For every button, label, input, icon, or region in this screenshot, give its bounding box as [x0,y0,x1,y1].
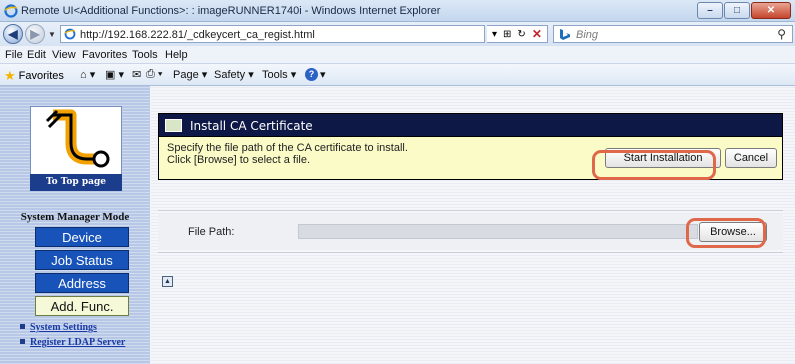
file-path-input[interactable] [298,224,698,239]
certificate-icon [165,119,182,132]
back-to-top-icon[interactable]: ▲ [162,276,173,287]
search-icon[interactable]: ⚲ [777,27,786,41]
bing-icon [560,29,570,40]
sidebar: To Top page System Manager Mode Device J… [0,86,150,364]
page-icon [64,28,76,40]
address-bar: ◀ ▶ ▼ http://192.168.222.81/_cdkeycert_c… [0,22,795,46]
favorites-button[interactable]: ★ Favorites [4,68,64,84]
print-icon[interactable]: ⎙ ▾ [146,68,162,81]
ie-icon [4,4,18,18]
feeds-icon[interactable]: ▣ ▾ [105,68,124,81]
file-path-label: File Path: [188,226,235,238]
search-input[interactable]: Bing ⚲ [553,25,793,43]
main-panel: Install CA Certificate Specify the file … [150,86,795,364]
url-text: http://192.168.222.81/_cdkeycert_ca_regi… [80,29,315,41]
window-controls: – □ ✕ [696,2,791,19]
system-settings-link[interactable]: System Settings [30,322,97,333]
to-top-page-link[interactable]: To Top page [30,174,122,191]
close-button[interactable]: ✕ [751,2,791,19]
remote-ui-logo-icon [45,109,110,168]
bullet-icon [20,324,25,329]
title-bar: Remote UI<Additional Functions>: : image… [0,0,795,22]
safety-menu[interactable]: Safety ▾ [214,68,254,81]
compatibility-icon[interactable]: ⊞ [503,29,511,40]
menu-file[interactable]: File [5,49,23,61]
menu-favorites[interactable]: Favorites [82,49,127,61]
search-placeholder: Bing [576,29,599,41]
job-status-button[interactable]: Job Status [35,250,129,270]
url-tools: ▾ ⊞ ↻ ✕ [487,25,548,43]
instruction-line-1: Specify the file path of the CA certific… [167,142,408,154]
menu-view[interactable]: View [52,49,76,61]
home-icon[interactable]: ⌂ ▾ [80,68,95,81]
register-ldap-server-link[interactable]: Register LDAP Server [30,337,140,348]
address-button[interactable]: Address [35,273,129,293]
menu-bar: File Edit View Favorites Tools Help [0,46,795,64]
page-menu[interactable]: Page ▾ [173,68,207,81]
tools-menu[interactable]: Tools ▾ [262,68,296,81]
mail-icon[interactable]: ✉ [132,68,141,81]
help-icon[interactable]: ? [305,68,318,81]
instruction-line-2: Click [Browse] to select a file. [167,154,311,166]
refresh-icon[interactable]: ↻ [517,29,525,40]
history-dropdown-icon[interactable]: ▼ [48,30,56,39]
forward-button[interactable]: ▶ [25,24,45,44]
menu-tools[interactable]: Tools [132,49,158,61]
stop-icon[interactable]: ✕ [532,27,542,41]
page-content: To Top page System Manager Mode Device J… [0,86,795,364]
command-bar: ★ Favorites ⌂ ▾ ▣ ▾ ✉ ⎙ ▾ Page ▾ Safety … [0,64,795,86]
url-input[interactable]: http://192.168.222.81/_cdkeycert_ca_regi… [60,25,485,43]
maximize-button[interactable]: □ [724,2,750,19]
minimize-button[interactable]: – [697,2,723,19]
start-installation-highlight [592,150,716,180]
star-icon: ★ [4,68,16,83]
menu-help[interactable]: Help [165,49,188,61]
menu-edit[interactable]: Edit [27,49,46,61]
favorites-label: Favorites [18,70,64,82]
url-dropdown-icon[interactable]: ▾ [492,29,497,40]
divider [158,252,783,253]
browse-highlight [686,218,766,248]
cancel-button[interactable]: Cancel [725,148,777,168]
page-header: Install CA Certificate [158,113,783,137]
divider [158,210,783,211]
add-func-button[interactable]: Add. Func. [35,296,129,316]
system-manager-mode-label: System Manager Mode [20,211,130,223]
page-title: Install CA Certificate [190,119,313,133]
device-button[interactable]: Device [35,227,129,247]
bullet-icon [20,339,25,344]
help-dropdown-icon[interactable]: ▾ [320,68,326,81]
back-button[interactable]: ◀ [3,24,23,44]
window-title: Remote UI<Additional Functions>: : image… [21,5,441,17]
